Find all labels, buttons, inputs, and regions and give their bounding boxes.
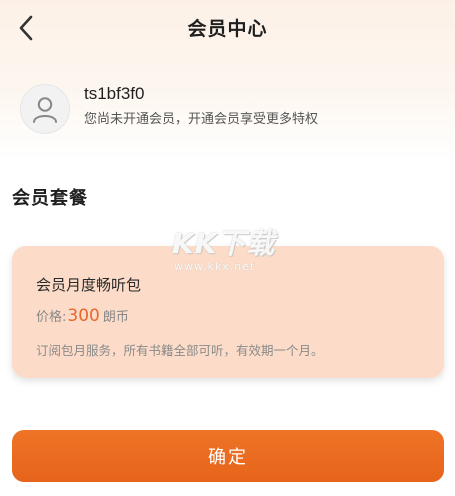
plan-card-monthly[interactable]: 会员月度畅听包 价格: 300 朗币 订阅包月服务，所有书籍全部可听，有效期一个… <box>12 246 444 378</box>
plan-name: 会员月度畅听包 <box>36 276 142 294</box>
price-unit: 朗币 <box>102 310 129 325</box>
price-label: 价格: <box>36 310 67 325</box>
membership-hint: 您尚未开通会员，开通会员享受更多特权 <box>84 112 319 127</box>
avatar[interactable] <box>20 84 70 134</box>
username: ts1bf3f0 <box>84 84 145 103</box>
confirm-button[interactable]: 确定 <box>12 430 444 482</box>
price-value: 300 <box>67 306 100 326</box>
user-info: ts1bf3f0 您尚未开通会员，开通会员享受更多特权 <box>20 82 440 138</box>
plan-description: 订阅包月服务，所有书籍全部可听，有效期一个月。 <box>36 343 324 358</box>
header-bar: 会员中心 <box>0 0 455 58</box>
user-avatar-icon <box>33 97 57 123</box>
page-title: 会员中心 <box>187 18 268 40</box>
member-center-page: 会员中心 ts1bf3f0 您尚未开通会员，开通会员享受更多特权 会员套餐 会员… <box>0 0 455 496</box>
plans-section-title: 会员套餐 <box>12 188 88 209</box>
plan-price: 价格: 300 朗币 <box>36 306 129 326</box>
